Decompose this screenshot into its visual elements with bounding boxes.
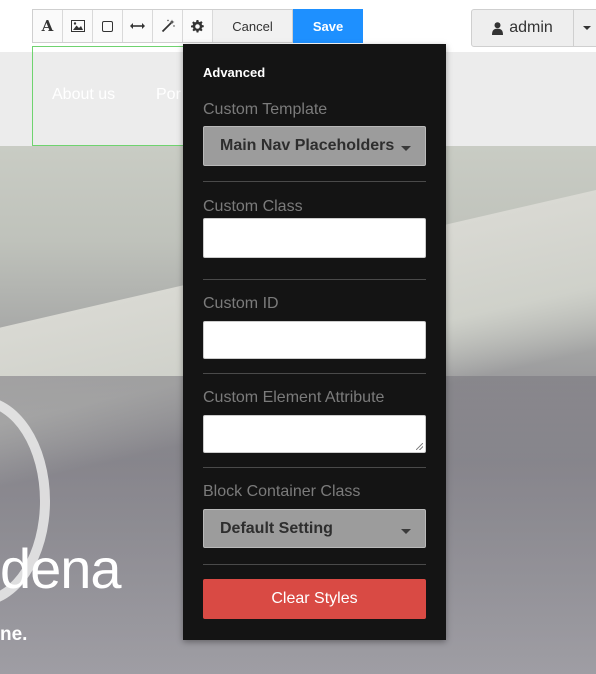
block-container-class-label: Block Container Class (203, 483, 361, 500)
font-icon: A (41, 17, 54, 35)
text-tool-button[interactable]: A (33, 10, 63, 42)
custom-id-label: Custom ID (203, 295, 279, 312)
clear-styles-button[interactable]: Clear Styles (203, 579, 426, 619)
custom-class-input[interactable] (203, 218, 426, 258)
custom-attribute-label: Custom Element Attribute (203, 389, 385, 406)
magic-wand-icon (161, 19, 175, 33)
custom-template-select[interactable]: Main Nav Placeholders (203, 126, 426, 166)
admin-button[interactable]: admin (472, 10, 574, 46)
divider (203, 181, 426, 182)
gear-icon (191, 19, 204, 32)
caret-down-icon (583, 26, 591, 30)
nav-link-portfolio[interactable]: Por (156, 86, 181, 104)
divider (203, 564, 426, 565)
block-toolbar: A Cancel Save (32, 9, 363, 43)
panel-title: Advanced (203, 65, 266, 80)
image-tool-button[interactable] (63, 10, 93, 42)
chevron-down-icon (401, 146, 411, 151)
user-icon (492, 21, 504, 35)
horizontal-arrows-icon (130, 23, 145, 29)
settings-tool-button[interactable] (183, 10, 213, 42)
resize-handle-icon[interactable] (416, 443, 423, 450)
chevron-down-icon (401, 529, 411, 534)
hero-title: dena (0, 537, 122, 600)
box-tool-button[interactable] (93, 10, 123, 42)
square-icon (102, 20, 113, 32)
custom-template-label: Custom Template (203, 101, 328, 118)
admin-label: admin (509, 19, 553, 36)
nav-link-about[interactable]: About us (52, 86, 115, 104)
custom-id-input[interactable] (203, 321, 426, 359)
custom-template-value: Main Nav Placeholders (220, 137, 395, 154)
divider (203, 373, 426, 374)
divider (203, 279, 426, 280)
divider (203, 467, 426, 468)
custom-attribute-textarea[interactable] (203, 415, 426, 453)
block-container-class-value: Default Setting (220, 519, 333, 537)
cancel-button[interactable]: Cancel (213, 10, 293, 42)
magic-tool-button[interactable] (153, 10, 183, 42)
admin-menu: admin (471, 9, 596, 47)
custom-class-label: Custom Class (203, 198, 303, 215)
spacing-tool-button[interactable] (123, 10, 153, 42)
image-icon (70, 20, 85, 32)
block-container-class-select[interactable]: Default Setting (203, 509, 426, 548)
save-button[interactable]: Save (293, 9, 363, 43)
admin-dropdown-toggle[interactable] (574, 10, 596, 46)
advanced-settings-panel: Advanced Custom Template Main Nav Placeh… (183, 44, 446, 640)
hero-subtitle: ne. (0, 624, 28, 645)
